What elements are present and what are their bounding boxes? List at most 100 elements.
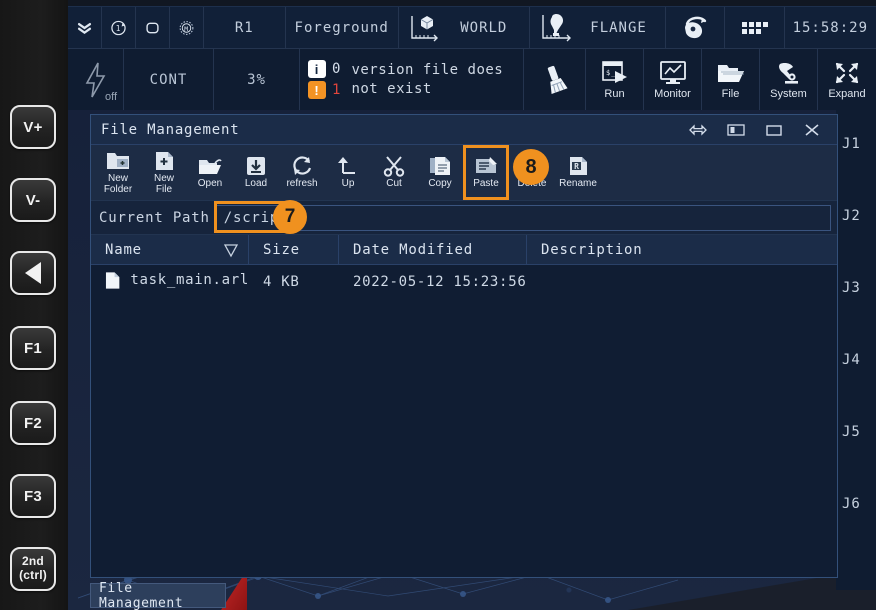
taskbar-item-file-management[interactable]: File Management: [90, 583, 226, 608]
column-label: Size: [263, 242, 300, 258]
joint-label-j1: J1: [842, 136, 861, 152]
up-button[interactable]: Up: [325, 145, 371, 200]
open-button[interactable]: Open: [187, 145, 233, 200]
cut-button[interactable]: Cut: [371, 145, 417, 200]
flange-coord-label: FLANGE: [572, 7, 667, 48]
file-name-cell[interactable]: task_main.arl: [91, 271, 249, 290]
world-coord-value: WORLD: [460, 20, 507, 36]
toolbar-label: refresh: [286, 179, 317, 190]
file-date-cell: 2022-05-12 15:23:56: [339, 271, 569, 290]
info-count: 0: [332, 61, 341, 77]
tool-label: Monitor: [654, 88, 691, 100]
file-management-window: File Management New Folder New File: [90, 114, 838, 578]
toolbar-label: Load: [245, 179, 267, 190]
robot-id-display: R1: [204, 7, 286, 48]
flange-coord-value: FLANGE: [590, 20, 647, 36]
path-label: Current Path: [97, 210, 216, 226]
key-f2[interactable]: F2: [10, 401, 56, 445]
tool-label: File: [722, 88, 740, 100]
flange-coord-icon: [530, 7, 572, 48]
file-tool-button[interactable]: File: [702, 49, 760, 110]
maximize-window-button[interactable]: [755, 116, 793, 144]
expand-tool-button[interactable]: Expand: [818, 49, 876, 110]
file-icon: [105, 271, 120, 290]
info-counter: i 0: [308, 60, 341, 78]
path-input[interactable]: /script: [216, 205, 831, 231]
key-label: 2nd (ctrl): [19, 555, 47, 583]
key-label: V+: [23, 120, 42, 135]
new-folder-button[interactable]: New Folder: [95, 145, 141, 200]
rename-button[interactable]: R Rename: [555, 145, 601, 200]
file-list[interactable]: task_main.arl 4 KB 2022-05-12 15:23:56: [91, 265, 837, 577]
split-view-button[interactable]: [717, 116, 755, 144]
triangle-left-icon: [25, 262, 41, 284]
system-tool-button[interactable]: System: [760, 49, 818, 110]
manual-mode-icon[interactable]: M: [170, 7, 204, 48]
speed-ratio-icon[interactable]: 1: [102, 7, 136, 48]
warning-count: 1: [332, 82, 341, 98]
svg-text:1: 1: [116, 24, 121, 33]
file-name: task_main.arl: [130, 272, 249, 288]
close-window-button[interactable]: [793, 116, 831, 144]
step-badge-7: 7: [273, 200, 307, 234]
stop-square-icon[interactable]: [136, 7, 170, 48]
tool-label: Expand: [828, 88, 865, 100]
table-row[interactable]: task_main.arl 4 KB 2022-05-12 15:23:56: [91, 265, 837, 295]
file-size: 4 KB: [263, 274, 300, 290]
key-2nd-ctrl[interactable]: 2nd (ctrl): [10, 547, 56, 591]
column-header-date[interactable]: Date Modified: [339, 235, 527, 264]
taskbar-item-label: File Management: [99, 581, 225, 610]
message-counters: i 0 ! 1: [308, 60, 341, 99]
resize-window-button[interactable]: [679, 116, 717, 144]
file-list-header: Name Size Date Modified Description: [91, 235, 837, 265]
tool-label: Run: [604, 88, 624, 100]
monitor-tool-button[interactable]: Monitor: [644, 49, 702, 110]
column-header-name[interactable]: Name: [91, 235, 249, 264]
load-button[interactable]: Load: [233, 145, 279, 200]
key-label: F3: [24, 489, 42, 504]
step-badge-label: 7: [285, 206, 296, 228]
step-badge-8: 8: [513, 149, 549, 185]
message-area[interactable]: i 0 ! 1 version file does not exist: [300, 49, 524, 110]
keyboard-icon[interactable]: [725, 7, 784, 48]
key-f1[interactable]: F1: [10, 326, 56, 370]
key-f3[interactable]: F3: [10, 474, 56, 518]
robot-id-value: R1: [235, 20, 254, 36]
svg-text:R: R: [574, 162, 579, 171]
column-header-description[interactable]: Description: [527, 235, 837, 264]
toolbar-label: Up: [342, 179, 355, 190]
warning-icon: !: [308, 81, 326, 99]
copy-button[interactable]: Copy: [417, 145, 463, 200]
motion-mode-display[interactable]: CONT: [124, 49, 214, 110]
window-title: File Management: [101, 122, 679, 138]
status-bar-second: off CONT 3% i 0 ! 1 version file does no…: [68, 48, 876, 110]
new-file-button[interactable]: New File: [141, 145, 187, 200]
key-left-arrow[interactable]: [10, 251, 56, 295]
run-tool-button[interactable]: $_ Run: [586, 49, 644, 110]
column-label: Name: [105, 242, 142, 258]
refresh-button[interactable]: refresh: [279, 145, 325, 200]
key-volume-up[interactable]: V+: [10, 105, 56, 149]
step-badge-label: 8: [525, 156, 536, 179]
key-label: F2: [24, 416, 42, 431]
speed-display[interactable]: 3%: [214, 49, 300, 110]
key-label: V-: [26, 193, 41, 208]
power-state-value: off: [105, 91, 117, 103]
joint-label-j4: J4: [842, 352, 861, 368]
key-volume-down[interactable]: V-: [10, 178, 56, 222]
toolbar-label: New File: [154, 174, 174, 196]
column-header-size[interactable]: Size: [249, 235, 339, 264]
info-icon: i: [308, 60, 326, 78]
tool-shape-icon[interactable]: [666, 7, 725, 48]
paste-button[interactable]: Paste: [463, 145, 509, 200]
world-coord-label: WORLD: [439, 7, 530, 48]
world-coord-icon: [399, 7, 439, 48]
sort-descending-icon: [222, 241, 240, 259]
chevron-double-down-icon[interactable]: [68, 7, 102, 48]
joint-label-j3: J3: [842, 280, 861, 296]
toolbar-label: Copy: [428, 179, 451, 190]
column-label: Description: [541, 242, 643, 258]
hardware-key-rail: V+ V- F1 F2 F3 2nd (ctrl): [0, 0, 68, 610]
clear-messages-button[interactable]: [524, 49, 586, 110]
power-state-indicator[interactable]: off: [68, 49, 124, 110]
